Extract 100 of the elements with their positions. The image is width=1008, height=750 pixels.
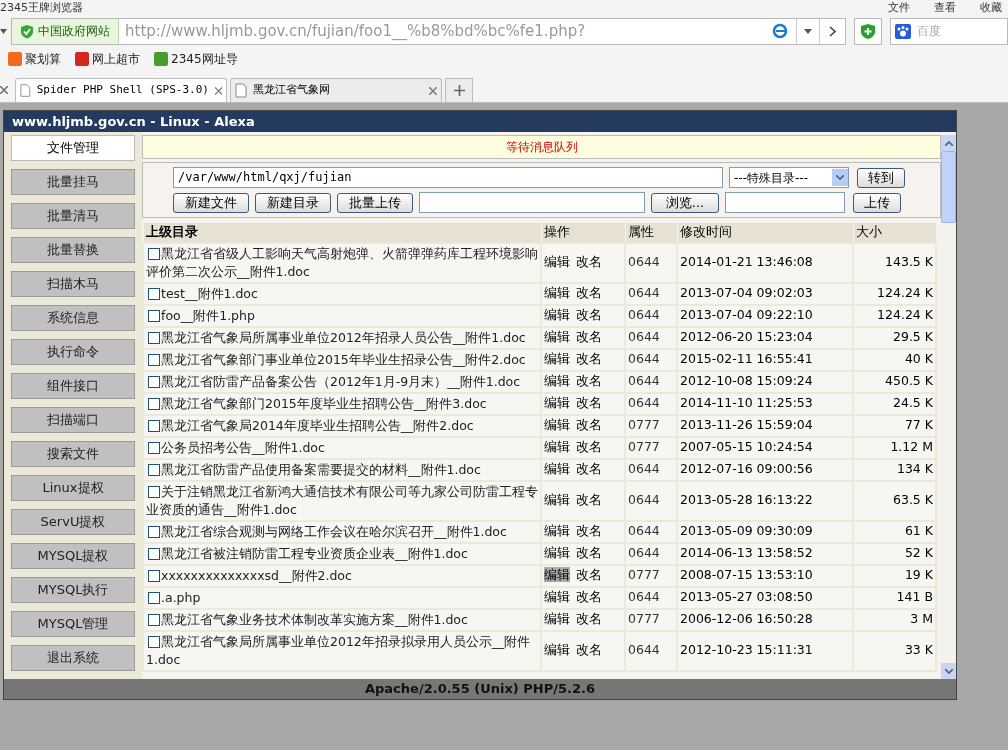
rename-link[interactable]: 改名 bbox=[576, 439, 602, 455]
bookmark[interactable]: 网上超市 bbox=[75, 50, 140, 68]
new-tab-button[interactable] bbox=[445, 78, 473, 102]
column-header[interactable]: 属性 bbox=[625, 222, 677, 243]
edit-link[interactable]: 编辑 bbox=[544, 492, 570, 508]
scroll-thumb[interactable] bbox=[941, 151, 956, 223]
goto-button[interactable]: 转到 bbox=[857, 167, 905, 188]
scroll-up-button[interactable] bbox=[941, 135, 956, 151]
sidebar-item[interactable]: 文件管理 bbox=[11, 135, 135, 161]
sidebar-item[interactable]: 搜索文件 bbox=[11, 441, 135, 467]
close-icon[interactable] bbox=[214, 86, 222, 95]
dropdown-icon[interactable] bbox=[0, 28, 7, 34]
dropdown-icon[interactable] bbox=[804, 28, 812, 34]
toolbar-button[interactable]: 新建目录 bbox=[255, 192, 331, 213]
column-header[interactable]: 操作 bbox=[541, 222, 625, 243]
checkbox[interactable] bbox=[148, 419, 160, 432]
checkbox[interactable] bbox=[148, 247, 160, 260]
rename-link[interactable]: 改名 bbox=[576, 329, 602, 345]
rename-link[interactable]: 改名 bbox=[576, 351, 602, 367]
address-bar[interactable]: 中国政府网站 http://www.hljmb.gov.cn/fujian/foo1__%b8%bd%bc%fe1.php? bbox=[11, 17, 846, 45]
edit-link[interactable]: 编辑 bbox=[544, 351, 570, 367]
sidebar-item[interactable]: 批量清马 bbox=[11, 203, 135, 229]
checkbox[interactable] bbox=[148, 309, 160, 322]
rename-link[interactable]: 改名 bbox=[576, 254, 602, 270]
forward-icon[interactable] bbox=[829, 25, 836, 37]
sidebar-item[interactable]: Linux提权 bbox=[11, 475, 135, 501]
bookmark[interactable]: 聚划算 bbox=[8, 50, 61, 68]
sidebar-item[interactable]: 退出系统 bbox=[11, 645, 135, 671]
edit-link[interactable]: 编辑 bbox=[544, 545, 570, 561]
edit-link[interactable]: 编辑 bbox=[544, 461, 570, 477]
menu-item[interactable]: 收藏 bbox=[980, 0, 1002, 14]
file-field[interactable] bbox=[419, 192, 645, 213]
sidebar-item[interactable]: MYSQL提权 bbox=[11, 543, 135, 569]
rename-link[interactable]: 改名 bbox=[576, 611, 602, 627]
rename-link[interactable]: 改名 bbox=[576, 417, 602, 433]
checkbox[interactable] bbox=[148, 397, 160, 410]
toolbar-button[interactable]: 新建文件 bbox=[173, 192, 249, 213]
rename-link[interactable]: 改名 bbox=[576, 642, 602, 658]
rename-link[interactable]: 改名 bbox=[576, 395, 602, 411]
path-field[interactable]: /var/www/html/qxj/fujian bbox=[173, 167, 723, 188]
close-icon[interactable] bbox=[0, 86, 8, 94]
checkbox[interactable] bbox=[148, 441, 160, 454]
paw-icon[interactable] bbox=[895, 23, 911, 39]
menu-item[interactable]: 查看 bbox=[934, 0, 956, 14]
sidebar-item[interactable]: 批量替换 bbox=[11, 237, 135, 263]
checkbox[interactable] bbox=[148, 353, 160, 366]
special-dir-select[interactable]: ---特殊目录--- bbox=[729, 167, 849, 188]
menu-item[interactable]: 文件 bbox=[888, 0, 910, 14]
checkbox[interactable] bbox=[148, 525, 160, 538]
dropdown-button[interactable] bbox=[832, 169, 848, 186]
rename-link[interactable]: 改名 bbox=[576, 492, 602, 508]
sidebar-item[interactable]: MYSQL执行 bbox=[11, 577, 135, 603]
edit-link[interactable]: 编辑 bbox=[544, 329, 570, 345]
checkbox[interactable] bbox=[148, 547, 160, 560]
rename-link[interactable]: 改名 bbox=[576, 523, 602, 539]
checkbox[interactable] bbox=[148, 331, 160, 344]
filename-field[interactable] bbox=[725, 192, 845, 213]
sidebar-item[interactable]: 扫描端口 bbox=[11, 407, 135, 433]
sidebar-item[interactable]: MYSQL管理 bbox=[11, 611, 135, 637]
checkbox[interactable] bbox=[148, 613, 160, 626]
toolbar-button[interactable]: 批量上传 bbox=[337, 192, 413, 213]
column-header[interactable]: 大小 bbox=[853, 222, 936, 243]
checkbox[interactable] bbox=[148, 635, 160, 648]
sidebar-item[interactable]: 批量挂马 bbox=[11, 169, 135, 195]
rename-link[interactable]: 改名 bbox=[576, 545, 602, 561]
edit-link[interactable]: 编辑 bbox=[544, 642, 570, 658]
rename-link[interactable]: 改名 bbox=[576, 285, 602, 301]
browse-button[interactable]: 浏览... bbox=[651, 192, 719, 213]
checkbox[interactable] bbox=[148, 591, 160, 604]
column-header[interactable]: 上级目录 bbox=[143, 222, 541, 243]
sidebar-item[interactable]: 系统信息 bbox=[11, 305, 135, 331]
edit-link[interactable]: 编辑 bbox=[544, 395, 570, 411]
column-header[interactable]: 修改时间 bbox=[677, 222, 853, 243]
sidebar-item[interactable]: ServU提权 bbox=[11, 509, 135, 535]
rename-link[interactable]: 改名 bbox=[576, 307, 602, 323]
sidebar-item[interactable]: 扫描木马 bbox=[11, 271, 135, 297]
rename-link[interactable]: 改名 bbox=[576, 461, 602, 477]
rename-link[interactable]: 改名 bbox=[576, 589, 602, 605]
edit-link[interactable]: 编辑 bbox=[544, 523, 570, 539]
edit-link[interactable]: 编辑 bbox=[544, 285, 570, 301]
edit-link[interactable]: 编辑 bbox=[544, 417, 570, 433]
browser-tab[interactable]: 黑龙江省气象网 bbox=[230, 78, 442, 102]
edit-link[interactable]: 编辑 bbox=[544, 589, 570, 605]
edit-link[interactable]: 编辑 bbox=[544, 439, 570, 455]
checkbox[interactable] bbox=[148, 569, 160, 582]
browser-tab[interactable]: Spider PHP Shell (SPS-3.0) bbox=[15, 78, 227, 102]
security-button[interactable] bbox=[854, 17, 882, 45]
scrollbar[interactable] bbox=[941, 132, 956, 679]
close-icon[interactable] bbox=[429, 86, 437, 95]
upload-button[interactable]: 上传 bbox=[853, 192, 901, 213]
edit-link[interactable]: 编辑 bbox=[544, 567, 570, 583]
edit-link[interactable]: 编辑 bbox=[544, 254, 570, 270]
rename-link[interactable]: 改名 bbox=[576, 567, 602, 583]
checkbox[interactable] bbox=[148, 287, 160, 300]
checkbox[interactable] bbox=[148, 485, 160, 498]
checkbox[interactable] bbox=[148, 375, 160, 388]
scroll-down-button[interactable] bbox=[941, 663, 956, 679]
sidebar-item[interactable]: 组件接口 bbox=[11, 373, 135, 399]
rename-link[interactable]: 改名 bbox=[576, 373, 602, 389]
bookmark[interactable]: 2345网址导 bbox=[154, 50, 238, 68]
